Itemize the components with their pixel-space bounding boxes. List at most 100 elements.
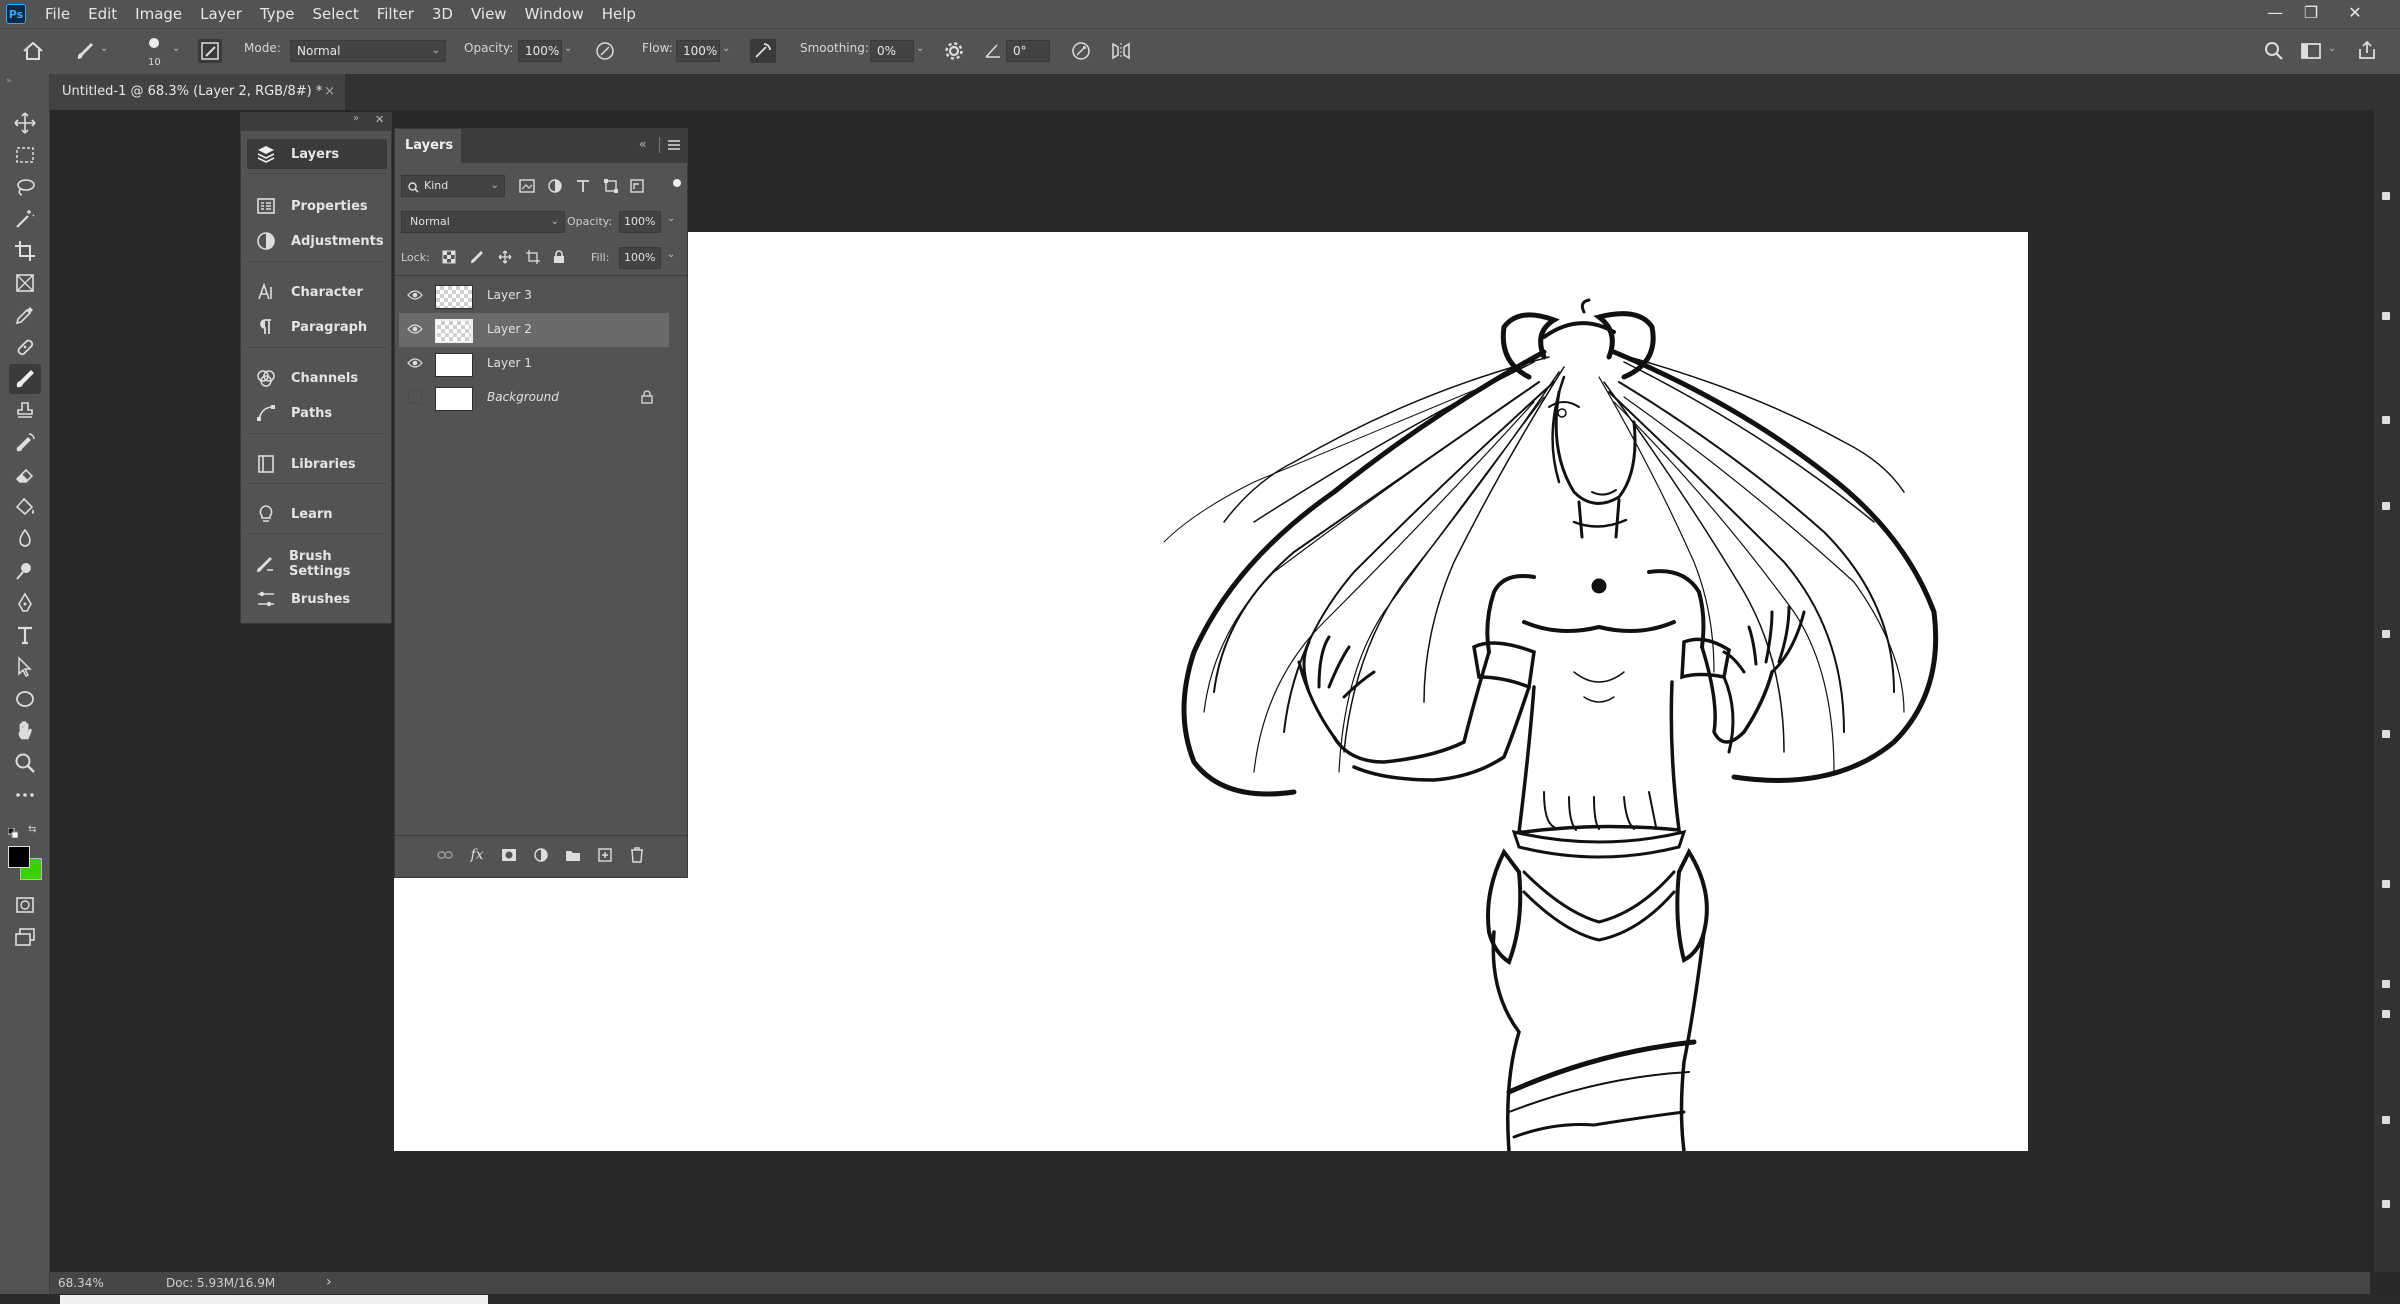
layer-row-layer-1[interactable]: Layer 1 (399, 347, 669, 381)
panel-notch[interactable] (2382, 312, 2390, 320)
flow-input[interactable]: 100% (676, 40, 720, 62)
close-window-button[interactable]: ✕ (2338, 2, 2372, 24)
layer-row-layer-2[interactable]: Layer 2 (399, 313, 669, 347)
lock-all-icon[interactable] (549, 247, 569, 267)
filter-type-icon[interactable] (573, 176, 593, 196)
menu-view[interactable]: View (462, 5, 516, 23)
dock-item-character[interactable]: Character (247, 277, 387, 307)
close-tab-button[interactable]: × (324, 74, 335, 110)
healing-brush-tool-icon[interactable] (9, 332, 41, 362)
type-tool-icon[interactable] (9, 620, 41, 650)
marquee-tool-icon[interactable] (9, 140, 41, 170)
filter-adjustment-icon[interactable] (545, 176, 565, 196)
pen-tool-icon[interactable] (9, 588, 41, 618)
delete-layer-icon[interactable] (627, 845, 647, 865)
path-selection-tool-icon[interactable] (9, 652, 41, 682)
menu-edit[interactable]: Edit (79, 5, 126, 23)
screen-mode-icon[interactable] (9, 922, 41, 952)
pressure-size-icon[interactable] (1070, 41, 1092, 61)
panel-notch[interactable] (2382, 416, 2390, 424)
dock-header[interactable]: » ✕ (241, 113, 391, 131)
dock-item-libraries[interactable]: Libraries (247, 449, 387, 479)
chevron-down-icon[interactable]: ⌄ (667, 213, 675, 224)
filter-toggle-icon[interactable] (673, 179, 681, 187)
new-adjustment-layer-icon[interactable] (531, 845, 551, 865)
menu-type[interactable]: Type (251, 5, 303, 23)
visibility-toggle-empty[interactable] (408, 390, 422, 404)
crop-tool-icon[interactable] (9, 236, 41, 266)
chevron-down-icon[interactable]: ⌄ (2328, 43, 2336, 54)
blur-tool-icon[interactable] (9, 524, 41, 554)
visibility-eye-icon[interactable] (407, 289, 423, 301)
angle-input[interactable]: 0° (1006, 40, 1050, 62)
restore-button[interactable]: ❐ (2294, 2, 2328, 24)
lasso-tool-icon[interactable] (9, 172, 41, 202)
dock-item-paths[interactable]: Paths (247, 398, 387, 428)
menu-3d[interactable]: 3D (423, 5, 462, 23)
menu-help[interactable]: Help (593, 5, 645, 23)
expand-panels-icon[interactable]: » (353, 113, 359, 124)
panel-notch[interactable] (2382, 630, 2390, 638)
dock-item-learn[interactable]: Learn (247, 499, 387, 529)
paint-bucket-tool-icon[interactable] (9, 492, 41, 522)
chevron-down-icon[interactable]: ⌄ (916, 43, 924, 54)
clone-stamp-tool-icon[interactable] (9, 396, 41, 426)
menu-file[interactable]: File (36, 5, 79, 23)
zoom-tool-icon[interactable] (9, 748, 41, 778)
visibility-eye-icon[interactable] (407, 323, 423, 335)
swap-colors-icon[interactable]: ⇆ (28, 824, 36, 835)
panel-notch[interactable] (2382, 192, 2390, 200)
brush-size-preview-icon[interactable] (146, 35, 162, 51)
chevron-down-icon[interactable]: ⌄ (564, 43, 572, 54)
brush-tool-icon[interactable] (9, 364, 41, 394)
brush-tool-preset-icon[interactable] (74, 41, 96, 61)
panel-menu-icon[interactable] (667, 138, 681, 156)
magic-wand-tool-icon[interactable] (9, 204, 41, 234)
menu-filter[interactable]: Filter (368, 5, 423, 23)
new-layer-icon[interactable] (595, 845, 615, 865)
blend-mode-dropdown[interactable]: Normal ⌄ (401, 211, 565, 233)
more-tools-icon[interactable] (9, 780, 41, 810)
dock-item-paragraph[interactable]: Paragraph (247, 312, 387, 342)
move-tool-icon[interactable] (9, 108, 41, 138)
default-colors-icon[interactable] (7, 826, 19, 839)
home-icon[interactable] (22, 41, 44, 61)
panel-notch[interactable] (2382, 502, 2390, 510)
menu-image[interactable]: Image (126, 5, 191, 23)
chevron-down-icon[interactable]: ⌄ (100, 43, 108, 54)
mode-dropdown[interactable]: Normal ⌄ (290, 40, 446, 62)
history-brush-tool-icon[interactable] (9, 428, 41, 458)
hand-tool-icon[interactable] (9, 716, 41, 746)
panel-notch[interactable] (2382, 1116, 2390, 1124)
opacity-input[interactable]: 100% (518, 40, 562, 62)
document-size[interactable]: Doc: 5.93M/16.9M (166, 1276, 275, 1290)
filter-smart-object-icon[interactable] (627, 176, 647, 196)
lock-transparent-pixels-icon[interactable] (439, 247, 459, 267)
status-menu-arrow[interactable]: › (326, 1274, 332, 1290)
new-group-icon[interactable] (563, 845, 583, 865)
foreground-color-swatch[interactable] (8, 846, 30, 868)
dock-item-properties[interactable]: Properties (247, 191, 387, 221)
lock-artboard-icon[interactable] (523, 247, 543, 267)
dodge-tool-icon[interactable] (9, 556, 41, 586)
menu-select[interactable]: Select (303, 5, 367, 23)
fill-input[interactable]: 100% (619, 247, 661, 269)
filter-shape-icon[interactable] (601, 176, 621, 196)
workspace-icon[interactable] (2300, 41, 2322, 61)
collapse-panel-icon[interactable]: « (639, 137, 646, 151)
layer-row-layer-3[interactable]: Layer 3 (399, 279, 669, 313)
menu-window[interactable]: Window (516, 5, 593, 23)
eyedropper-tool-icon[interactable] (9, 300, 41, 330)
layer-opacity-input[interactable]: 100% (619, 211, 661, 233)
panel-notch[interactable] (2382, 980, 2390, 988)
lock-position-icon[interactable] (495, 247, 515, 267)
document-tab[interactable]: Untitled-1 @ 68.3% (Layer 2, RGB/8#) * × (50, 74, 345, 110)
add-mask-icon[interactable] (499, 845, 519, 865)
frame-tool-icon[interactable] (9, 268, 41, 298)
dock-item-brush-settings[interactable]: Brush Settings (247, 549, 387, 579)
search-icon[interactable] (2264, 41, 2284, 61)
dock-item-channels[interactable]: Channels (247, 363, 387, 393)
panel-notch[interactable] (2382, 880, 2390, 888)
share-icon[interactable] (2356, 39, 2378, 61)
symmetry-icon[interactable] (1110, 41, 1132, 61)
